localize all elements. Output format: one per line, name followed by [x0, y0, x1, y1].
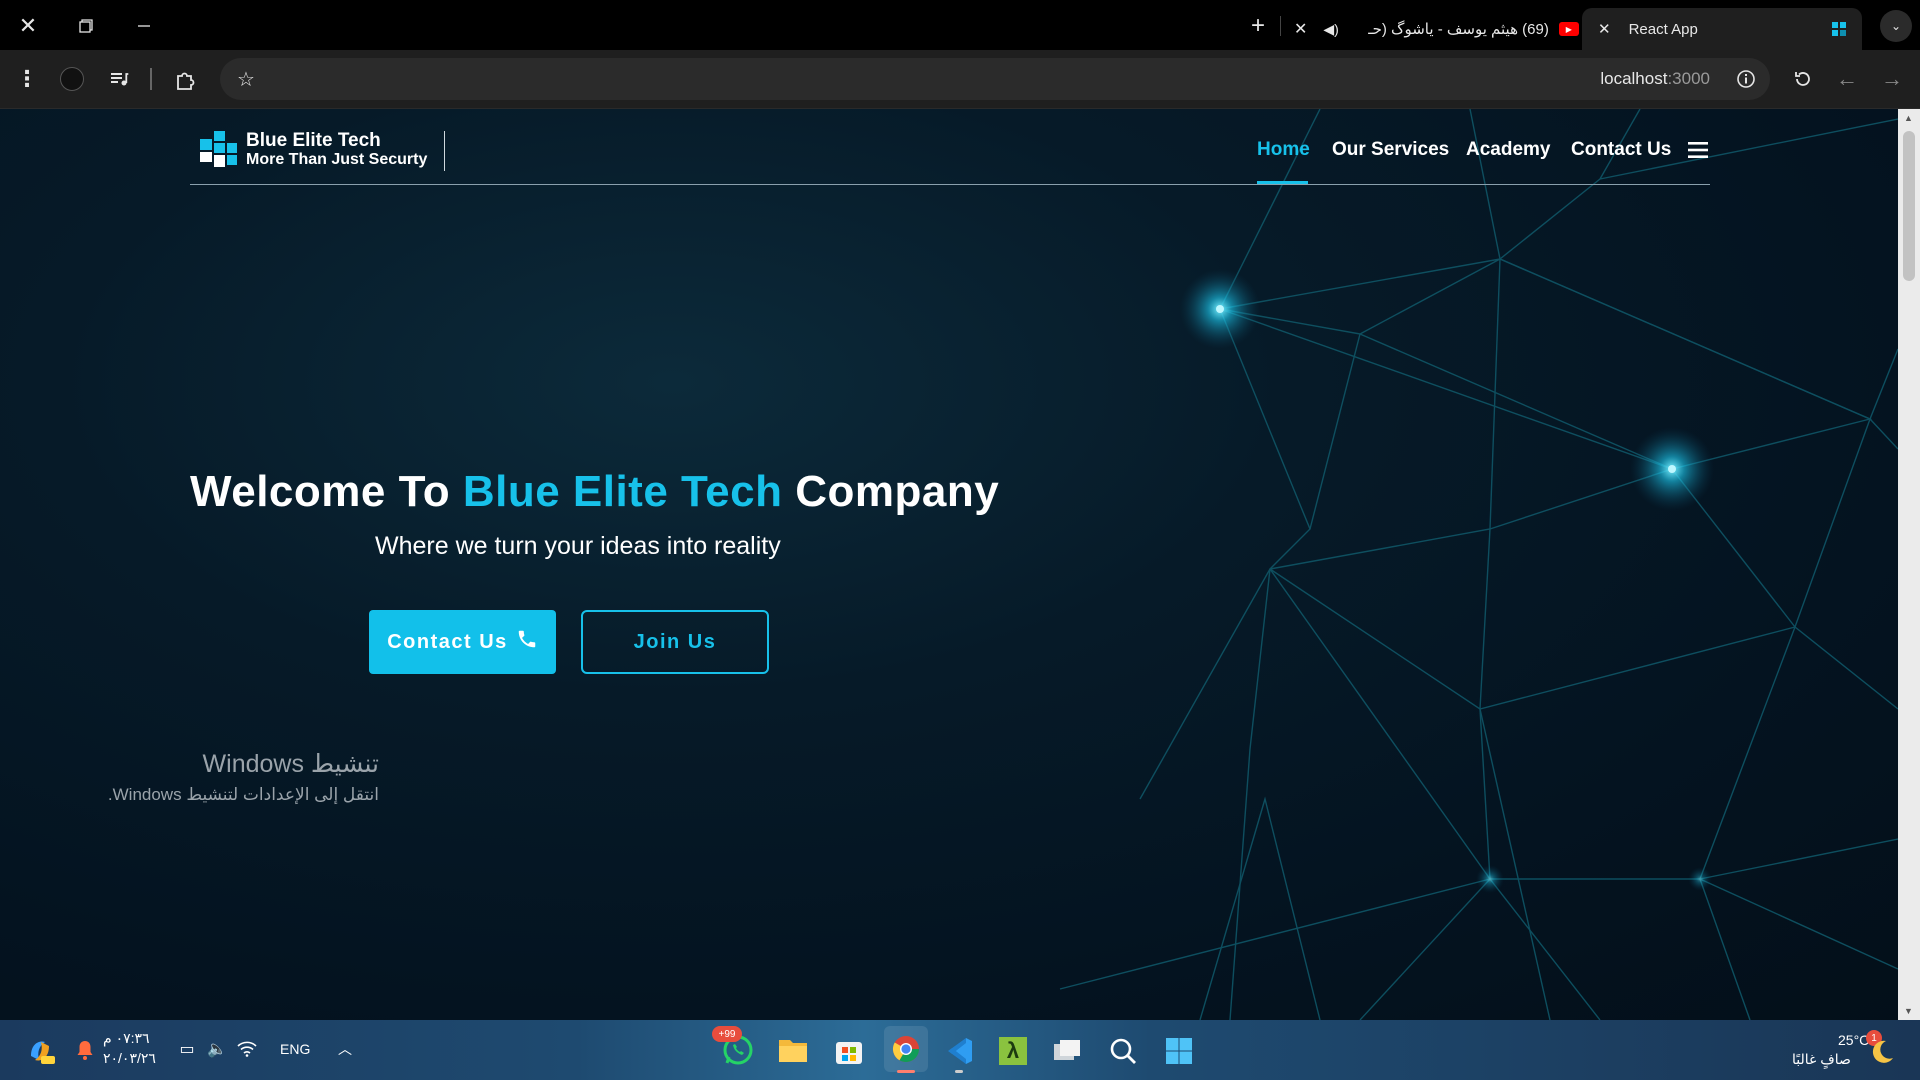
task-view-icon[interactable] — [1050, 1034, 1084, 1068]
hero-subtitle: Where we turn your ideas into reality — [375, 532, 781, 560]
wifi-icon[interactable] — [236, 1038, 258, 1060]
brand-divider — [444, 131, 445, 171]
forward-arrow-icon[interactable]: → — [1879, 66, 1905, 92]
scroll-down-arrow-icon[interactable]: ▼ — [1904, 1006, 1913, 1016]
browser-tab-bar: ✕ + ✕ ◀) (69) هيثم يوسف - ياشوگ (حـ ▶ ✕ … — [0, 0, 1920, 50]
tab-react-app[interactable]: ✕ React App — [1582, 8, 1862, 50]
battery-icon[interactable]: ▭ — [176, 1038, 198, 1060]
scroll-up-arrow-icon[interactable]: ▲ — [1904, 113, 1913, 123]
profile-avatar[interactable] — [60, 67, 84, 91]
windows-start-icon[interactable] — [1162, 1034, 1196, 1068]
show-hidden-icons-chevron-icon[interactable]: ︿ — [334, 1038, 356, 1060]
audio-playing-icon[interactable]: ◀) — [1323, 21, 1338, 38]
close-window-icon[interactable]: ✕ — [14, 12, 42, 40]
tab-close-icon[interactable]: ✕ — [1294, 19, 1307, 39]
url-text[interactable]: localhost:3000 — [1600, 58, 1710, 100]
toolbar-separator — [150, 68, 152, 90]
nav-home[interactable]: Home — [1257, 139, 1310, 161]
address-bar[interactable]: ☆ localhost:3000 — [220, 58, 1770, 100]
restore-window-icon[interactable] — [72, 12, 100, 40]
chrome-active-indicator — [897, 1070, 915, 1073]
input-language[interactable]: ENG — [280, 1041, 310, 1057]
site-info-icon[interactable] — [1734, 67, 1758, 91]
brand-logo-icon[interactable] — [198, 129, 238, 169]
weather-condition[interactable]: صافٍ غالبًا — [1792, 1051, 1851, 1068]
activation-title: تنشيط Windows — [202, 750, 379, 778]
volume-icon[interactable]: 🔈 — [206, 1038, 228, 1060]
copilot-icon[interactable] — [24, 1035, 56, 1067]
youtube-icon: ▶ — [1558, 22, 1579, 36]
join-us-button[interactable]: Join Us — [581, 610, 769, 674]
notification-bell-icon[interactable] — [74, 1038, 96, 1062]
clock-time[interactable]: ٠٧:٣٦ م — [103, 1030, 150, 1047]
lambda-app-icon[interactable]: λ — [996, 1034, 1030, 1068]
network-background-graphic — [1059, 109, 1898, 1020]
tab-title: React App — [1628, 20, 1698, 38]
minimize-window-icon[interactable] — [130, 12, 158, 40]
browser-toolbar: ⋮ ☆ localhost:3000 ← → — [0, 50, 1920, 109]
vscode-icon[interactable] — [942, 1034, 976, 1068]
phone-icon — [516, 628, 538, 656]
vscode-open-indicator — [955, 1070, 963, 1073]
more-menu-icon[interactable]: ⋮ — [14, 66, 40, 92]
activation-subtitle: انتقل إلى الإعدادات لتنشيط Windows. — [107, 785, 379, 804]
new-tab-icon[interactable]: + — [1244, 12, 1272, 40]
nav-active-indicator — [1257, 181, 1308, 184]
microsoft-store-icon[interactable] — [832, 1034, 866, 1068]
page-viewport: Blue Elite Tech More Than Just Securty H… — [0, 109, 1920, 1020]
windows-taskbar: ٠٧:٣٦ م ٢٠/٠٣/٢٦ ▭ 🔈 ENG ︿ +99 λ 25°C صا… — [0, 1020, 1920, 1080]
tab-separator — [1280, 16, 1281, 36]
media-playlist-icon[interactable] — [106, 66, 132, 92]
contact-us-button[interactable]: Contact Us — [369, 610, 556, 674]
bookmark-star-icon[interactable]: ☆ — [234, 67, 258, 91]
nav-academy[interactable]: Academy — [1466, 139, 1551, 161]
tab-youtube[interactable]: ✕ ◀) (69) هيثم يوسف - ياشوگ (حـ ▶ — [1290, 8, 1580, 50]
file-explorer-icon[interactable] — [776, 1034, 810, 1066]
windows-activation-watermark: تنشيط Windows انتقل إلى الإعدادات لتنشيط… — [108, 749, 379, 805]
reload-icon[interactable] — [1790, 66, 1816, 92]
whatsapp-badge: +99 — [712, 1026, 742, 1042]
scrollbar-thumb[interactable] — [1903, 131, 1915, 281]
extensions-icon[interactable] — [172, 66, 200, 94]
clock-date[interactable]: ٢٠/٠٣/٢٦ — [103, 1050, 156, 1067]
tab-close-icon[interactable]: ✕ — [1598, 20, 1611, 38]
site-header: Blue Elite Tech More Than Just Securty H… — [190, 109, 1710, 185]
nav-contact-us[interactable]: Contact Us — [1571, 139, 1671, 161]
brand-tagline: More Than Just Securty — [246, 151, 428, 168]
react-favicon-icon — [1830, 20, 1848, 42]
tab-title: (69) هيثم يوسف - ياشوگ (حـ — [1368, 21, 1549, 38]
page-scrollbar[interactable]: ▲ ▼ — [1898, 109, 1920, 1020]
hamburger-menu-icon[interactable] — [1688, 141, 1708, 164]
nav-our-services[interactable]: Our Services — [1332, 139, 1449, 161]
hero-title: Welcome To Blue Elite Tech Company — [190, 467, 1000, 516]
tab-search-chevron-icon[interactable]: ⌄ — [1880, 10, 1912, 42]
brand-name: Blue Elite Tech — [246, 130, 381, 151]
back-arrow-icon[interactable]: ← — [1834, 66, 1860, 92]
search-icon[interactable] — [1106, 1034, 1140, 1068]
brand-text[interactable]: Blue Elite Tech More Than Just Securty — [246, 131, 427, 169]
weather-temperature[interactable]: 25°C — [1838, 1032, 1869, 1048]
weather-moon-icon[interactable] — [1866, 1036, 1898, 1068]
chrome-icon[interactable] — [884, 1026, 928, 1072]
